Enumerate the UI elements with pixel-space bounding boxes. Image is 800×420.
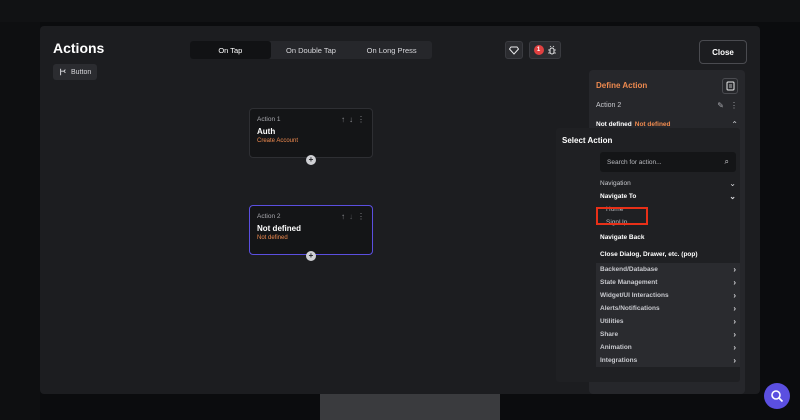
chevron-right-icon: › (733, 278, 736, 287)
action-list: Navigation ⌄ Navigate To ⌄ Home SignUp Nav… (596, 177, 740, 367)
search-placeholder: Search for action... (607, 158, 662, 166)
chevron-right-icon: › (733, 330, 736, 339)
list-item[interactable]: Widget/UI Interactions › (596, 289, 740, 302)
modal-title: Actions (53, 40, 105, 56)
widget-chip[interactable]: Button (53, 64, 98, 80)
list-item[interactable]: Navigation ⌄ (596, 177, 740, 190)
select-action-dropdown: Select Action Search for action... ⌕ Nav… (556, 128, 740, 382)
chevron-right-icon: › (733, 265, 736, 274)
widget-icon (60, 68, 66, 76)
more-icon[interactable]: ⋮ (357, 212, 365, 221)
action-card-controls: ↑ ↓ ⋮ (341, 212, 365, 221)
action-card-name: Auth (257, 127, 276, 136)
search-icon: ⌕ (724, 157, 729, 166)
add-action-button[interactable]: + (306, 251, 316, 261)
action-card-subtitle: Not defined (257, 235, 288, 241)
move-down-icon[interactable]: ↓ (349, 115, 353, 124)
background-top-bar (0, 0, 800, 22)
chevron-right-icon: › (733, 304, 736, 313)
action-card-number: Action 1 (257, 116, 281, 123)
action-card-1[interactable]: Action 1 Auth Create Account ↑ ↓ ⋮ (249, 108, 373, 158)
action-card-number: Action 2 (257, 213, 281, 220)
list-item[interactable]: Integrations › (596, 354, 740, 367)
tab-on-double-tap[interactable]: On Double Tap (271, 41, 352, 59)
panel-action-label: Action 2 (596, 102, 622, 109)
doc-icon (726, 81, 734, 91)
dropdown-title: Select Action (562, 136, 613, 145)
issues-button[interactable]: 1 (529, 41, 561, 59)
docs-button[interactable] (722, 78, 738, 94)
list-item[interactable]: Navigate Back (596, 229, 740, 246)
bug-icon (547, 45, 556, 55)
tab-on-long-press[interactable]: On Long Press (351, 41, 432, 59)
list-item[interactable]: Alerts/Notifications › (596, 302, 740, 315)
more-icon[interactable]: ⋮ (357, 115, 365, 124)
list-item[interactable]: Navigate To ⌄ (596, 190, 740, 203)
list-item[interactable]: Close Dialog, Drawer, etc. (pop) (596, 246, 740, 263)
move-up-icon[interactable]: ↑ (341, 115, 345, 124)
floating-search-button[interactable] (764, 383, 790, 409)
move-down-icon: ↓ (349, 212, 353, 221)
panel-action-controls: ✎ ⋮ (717, 101, 738, 110)
action-card-2[interactable]: Action 2 Not defined Not defined ↑ ↓ ⋮ (249, 205, 373, 255)
action-card-controls: ↑ ↓ ⋮ (341, 115, 365, 124)
select-value-status: Not defined (634, 121, 671, 128)
chevron-right-icon: › (733, 356, 736, 365)
more-icon[interactable]: ⋮ (730, 101, 738, 110)
issues-badge: 1 (533, 45, 544, 55)
chevron-right-icon: › (733, 317, 736, 326)
chevron-down-icon: ⌄ (729, 179, 736, 188)
chevron-right-icon: › (733, 343, 736, 352)
gem-button[interactable] (505, 41, 523, 59)
chevron-down-icon: ⌄ (729, 192, 736, 201)
trigger-tabs: On Tap On Double Tap On Long Press (190, 41, 432, 59)
list-item[interactable]: Animation › (596, 341, 740, 354)
list-item[interactable]: Utilities › (596, 315, 740, 328)
edit-icon[interactable]: ✎ (717, 101, 724, 110)
list-item[interactable]: Share › (596, 328, 740, 341)
chevron-right-icon: › (733, 291, 736, 300)
background-sidebar (0, 22, 40, 420)
move-up-icon[interactable]: ↑ (341, 212, 345, 221)
widget-chip-label: Button (71, 68, 92, 76)
gem-icon (509, 46, 519, 55)
tab-on-tap[interactable]: On Tap (190, 41, 271, 59)
add-action-button[interactable]: + (306, 155, 316, 165)
action-card-subtitle: Create Account (257, 138, 299, 144)
close-button[interactable]: Close (699, 40, 747, 64)
select-value: Not defined (596, 121, 632, 128)
action-search-input[interactable]: Search for action... ⌕ (600, 152, 736, 172)
action-card-name: Not defined (257, 224, 301, 233)
list-item[interactable]: State Management › (596, 276, 740, 289)
list-item[interactable]: Backend/Database › (596, 263, 740, 276)
background-preview (320, 394, 500, 420)
panel-title: Define Action (596, 81, 648, 90)
highlight-box (596, 207, 648, 225)
search-icon (771, 390, 784, 403)
